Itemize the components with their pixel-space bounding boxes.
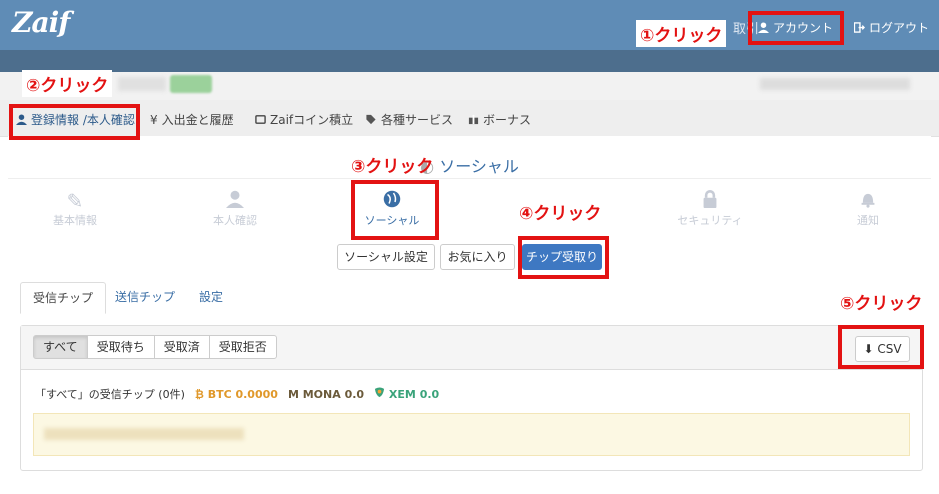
xem-amount: XEM 0.0 xyxy=(374,387,439,401)
pencil-icon: ✎ xyxy=(66,189,84,213)
tab-deposit-label: 入出金と履歴 xyxy=(161,113,234,127)
tab-zaif-coin[interactable]: Zaifコイン積立 xyxy=(255,111,353,128)
chip-subtabs: 受信チップ 送信チップ 設定 xyxy=(20,282,923,314)
highlight-profile-tab xyxy=(9,104,140,140)
highlight-social-step xyxy=(351,180,439,240)
blurred-notice-text xyxy=(44,428,244,440)
filter-button-group: すべて 受取待ち 受取済 受取拒否 xyxy=(33,335,277,359)
step-basic-info[interactable]: ✎ 基本情報 xyxy=(30,190,120,228)
annotation-step1: ①クリック xyxy=(636,20,727,47)
tab-sent-chip[interactable]: 送信チップ xyxy=(103,282,187,314)
logout-button[interactable]: ログアウト xyxy=(854,16,929,38)
step-identity[interactable]: 本人確認 xyxy=(190,190,280,228)
header-subbar xyxy=(0,50,939,72)
social-settings-button[interactable]: ソーシャル設定 xyxy=(337,244,435,270)
tab-coin-label: Zaifコイン積立 xyxy=(270,113,354,127)
summary-label: 「すべて」の受信チップ (0件) xyxy=(35,388,185,401)
annotation-step5: ⑤クリック xyxy=(840,294,923,314)
tab-chip-settings[interactable]: 設定 xyxy=(187,282,235,314)
blurred-status-badge xyxy=(170,75,212,93)
blurred-info xyxy=(760,78,910,90)
tab-services-label: 各種サービス xyxy=(381,113,454,127)
step-label: 通知 xyxy=(857,214,879,227)
gift-icon xyxy=(468,114,479,125)
step-notification[interactable]: 通知 xyxy=(823,190,913,228)
step-label: セキュリティ xyxy=(677,214,743,227)
yen-icon: ¥ xyxy=(150,112,158,127)
received-chip-panel: すべて 受取待ち 受取済 受取拒否 ⬇ CSV 「すべて」の受信チップ (0件)… xyxy=(20,325,923,471)
step-security[interactable]: セキュリティ xyxy=(665,190,755,228)
annotation-step4: ④クリック xyxy=(515,198,606,225)
zaif-logo[interactable]: Zaif xyxy=(12,6,70,39)
coin-icon xyxy=(255,115,266,124)
highlight-csv-button xyxy=(838,325,924,369)
filter-rejected-button[interactable]: 受取拒否 xyxy=(208,335,277,359)
logout-label: ログアウト xyxy=(869,20,930,35)
lock-icon xyxy=(665,190,755,212)
bell-icon xyxy=(823,190,913,212)
tab-services[interactable]: 各種サービス xyxy=(365,111,453,128)
favorites-button[interactable]: お気に入り xyxy=(440,244,515,270)
filter-bar: すべて 受取待ち 受取済 受取拒否 ⬇ CSV xyxy=(21,326,922,370)
annotation-step3: ③クリック xyxy=(351,157,434,177)
tab-bonus[interactable]: ボーナス xyxy=(468,111,531,128)
step-divider xyxy=(8,178,931,179)
tab-deposit-history[interactable]: ¥ 入出金と履歴 xyxy=(150,111,234,128)
mona-amount: Ⅿ MONA 0.0 xyxy=(287,387,365,401)
section-title: ◐ ソーシャル xyxy=(0,153,939,177)
tab-received-chip[interactable]: 受信チップ xyxy=(20,282,107,314)
empty-notice xyxy=(33,413,910,456)
logout-icon xyxy=(854,21,865,33)
filter-received-button[interactable]: 受取済 xyxy=(153,335,210,359)
chip-summary: 「すべて」の受信チップ (0件) ₿ BTC 0.0000 Ⅿ MONA 0.0… xyxy=(35,386,439,402)
highlight-account xyxy=(748,11,844,45)
xem-icon xyxy=(374,387,389,401)
bitcoin-icon: ₿ xyxy=(194,387,204,401)
highlight-chip-button xyxy=(518,236,609,279)
filter-pending-button[interactable]: 受取待ち xyxy=(86,335,155,359)
annotation-step2: ②クリック xyxy=(22,70,113,97)
section-title-label: ソーシャル xyxy=(439,157,519,176)
step-label: 基本情報 xyxy=(53,214,97,227)
filter-all-button[interactable]: すべて xyxy=(33,335,88,359)
user-icon xyxy=(190,190,280,212)
monacoin-icon: Ⅿ xyxy=(287,387,299,401)
step-label: 本人確認 xyxy=(213,214,257,227)
tab-bonus-label: ボーナス xyxy=(483,113,532,127)
tag-icon xyxy=(366,114,376,125)
blurred-username xyxy=(118,77,166,91)
main-tabs: 登録情報 /本人確認 ¥ 入出金と履歴 Zaifコイン積立 各種サービス ボーナ… xyxy=(0,100,939,137)
btc-amount: ₿ BTC 0.0000 xyxy=(194,387,278,401)
